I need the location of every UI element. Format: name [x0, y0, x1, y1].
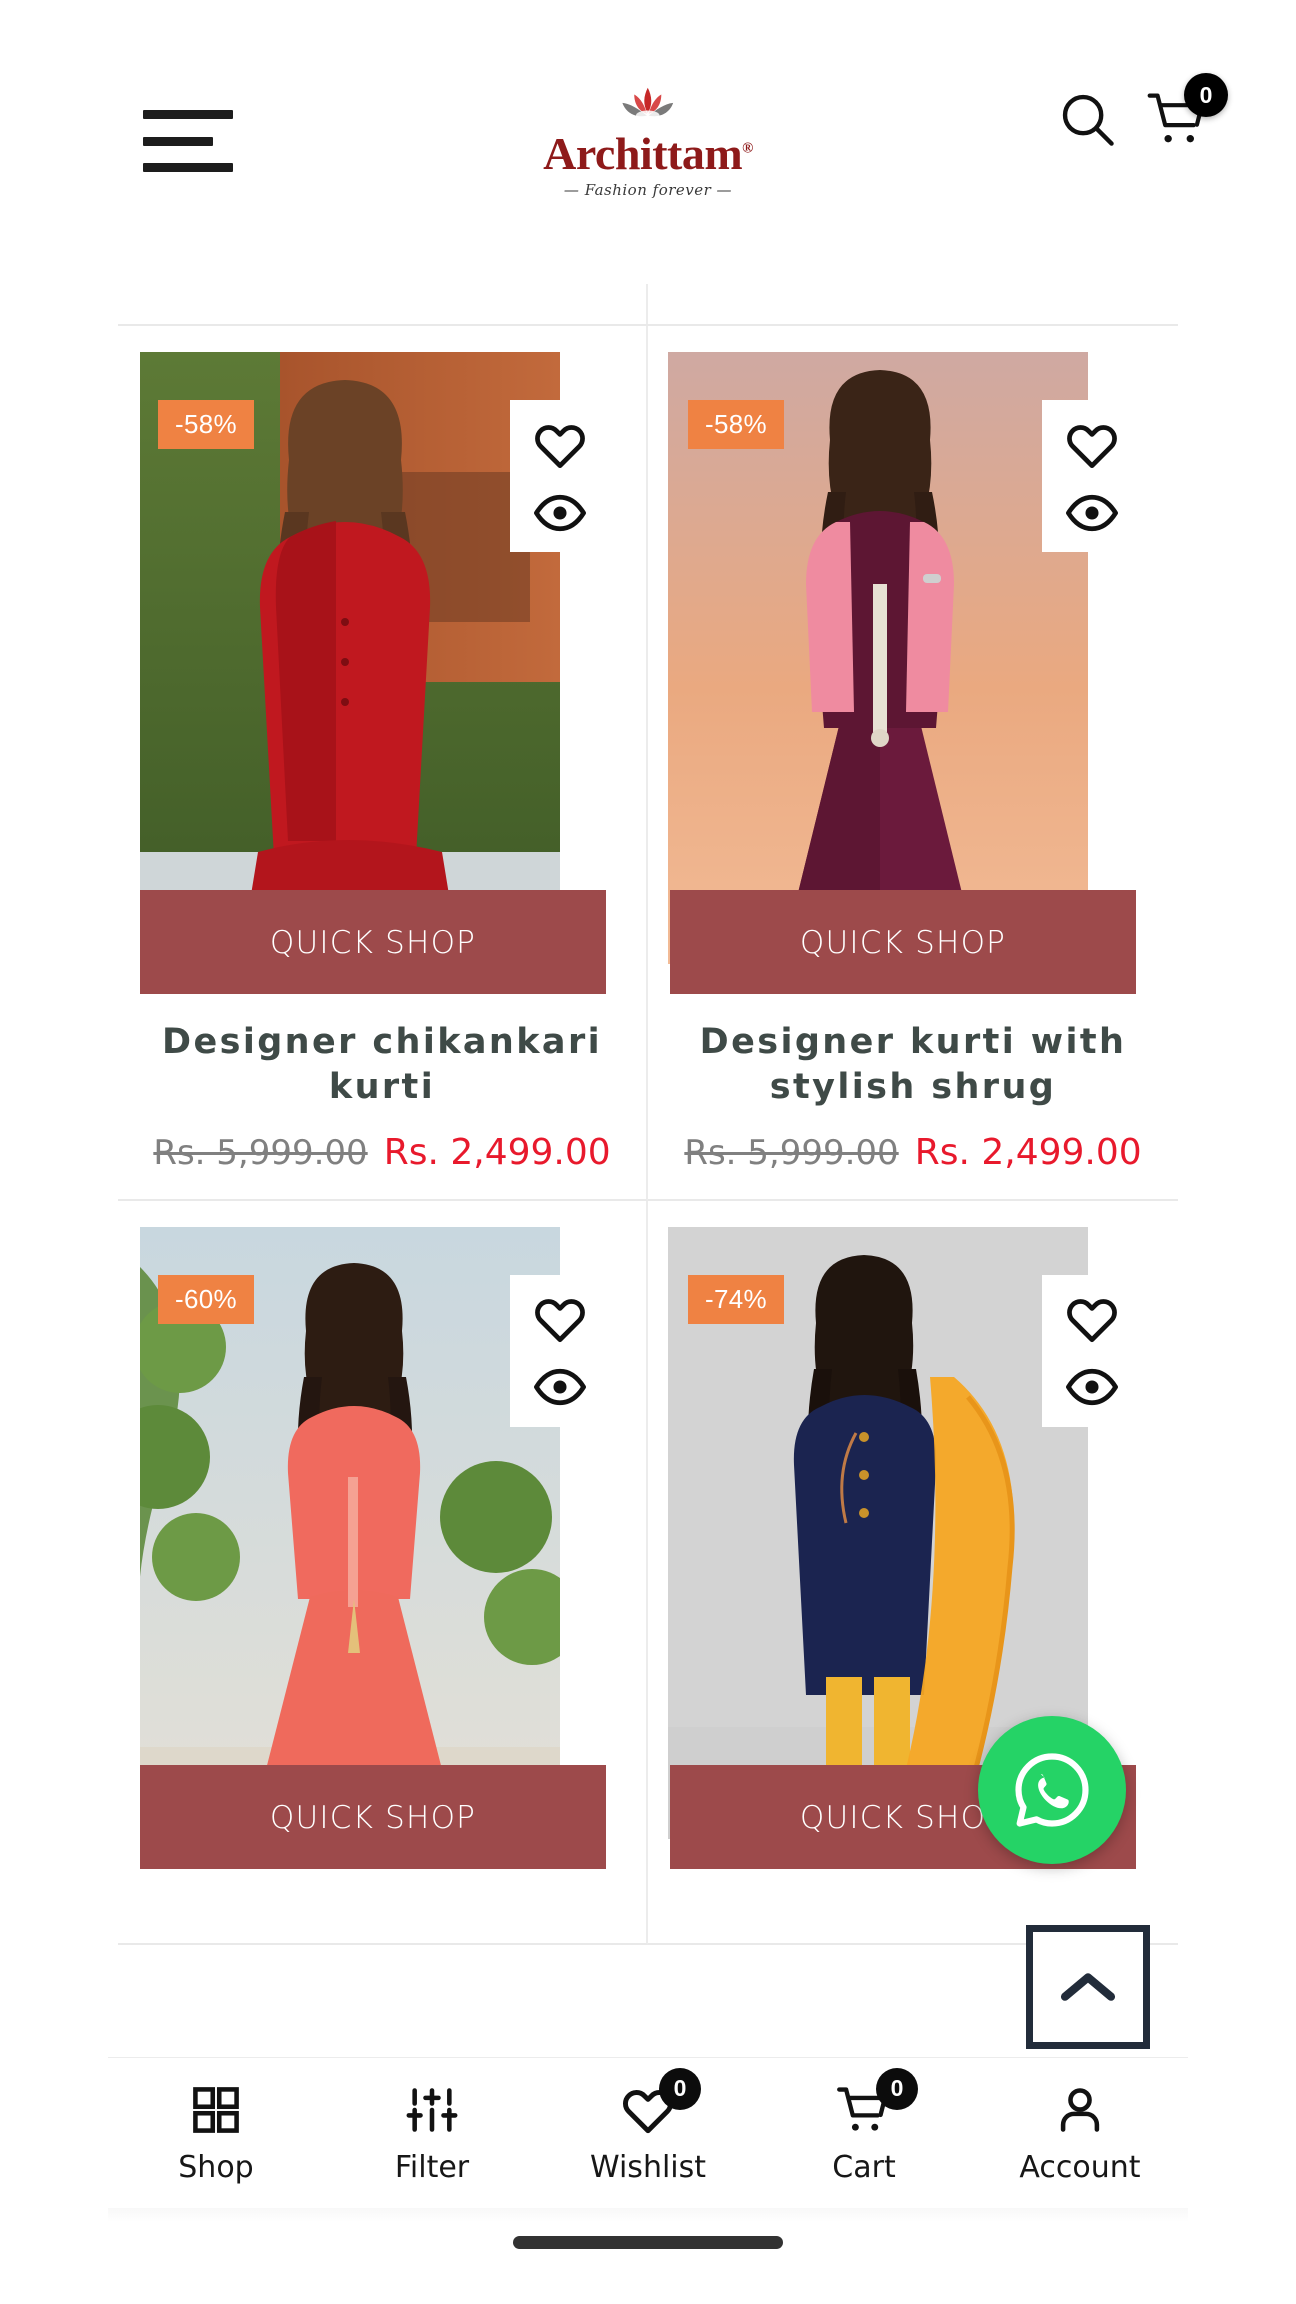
discount-badge: -58%: [688, 400, 784, 449]
wishlist-button[interactable]: [533, 1294, 587, 1344]
quick-view-button[interactable]: [1065, 1367, 1119, 1407]
nav-label: Filter: [394, 2149, 470, 2185]
eye-icon: [534, 1368, 586, 1406]
product-actions: [1042, 400, 1142, 552]
product-card[interactable]: -58% QUICK SHOP: [118, 326, 648, 1201]
nav-item-cart[interactable]: 0 Cart: [769, 2067, 959, 2185]
cart-badge: 0: [1184, 73, 1228, 117]
wishlist-button[interactable]: [533, 420, 587, 470]
product-info: Designer kurti with stylish shrug Rs. 5,…: [648, 994, 1178, 1195]
heart-icon: [535, 1299, 585, 1343]
quick-shop-button[interactable]: QUICK SHOP: [670, 890, 1136, 994]
header-actions: 0: [1056, 73, 1228, 150]
nav-label: Shop: [178, 2149, 254, 2185]
cart-badge: 0: [876, 2067, 918, 2110]
partial-cell-left: [118, 284, 648, 324]
app-header: Archittam® — Fashion forever — 0: [0, 0, 1296, 270]
heart-icon: [1067, 424, 1117, 468]
wishlist-badge: 0: [659, 2067, 701, 2110]
wishlist-button[interactable]: [1065, 420, 1119, 470]
product-info: Designer chikankari kurti Rs. 5,999.00 R…: [118, 994, 646, 1195]
quick-shop-button[interactable]: QUICK SHOP: [140, 1764, 606, 1869]
product-info: [118, 1869, 646, 1939]
cart-button[interactable]: 0: [1146, 73, 1228, 149]
nav-label: Wishlist: [589, 2149, 707, 2185]
hamburger-menu-icon[interactable]: [143, 110, 233, 172]
hamburger-line-2: [143, 136, 213, 146]
quick-view-button[interactable]: [1065, 493, 1119, 533]
product-price-row: Rs. 5,999.00 Rs. 2,499.00: [136, 1132, 628, 1173]
nav-item-account[interactable]: Account: [985, 2082, 1175, 2185]
wishlist-button[interactable]: [1065, 1294, 1119, 1344]
nav-item-wishlist[interactable]: 0 Wishlist: [553, 2067, 743, 2185]
product-image-wrap[interactable]: -58% QUICK SHOP: [648, 352, 1178, 994]
lotus-icon: [622, 87, 674, 121]
nav-item-shop[interactable]: Shop: [121, 2082, 311, 2185]
nav-label: Cart: [832, 2149, 896, 2185]
whatsapp-float-button[interactable]: [978, 1716, 1126, 1864]
brand-name: Archittam®: [543, 128, 753, 179]
product-title: Designer chikankari kurti: [162, 1022, 602, 1107]
sliders-icon: [406, 2087, 458, 2132]
eye-icon: [1066, 1368, 1118, 1406]
product-title: Designer kurti with stylish shrug: [699, 1022, 1127, 1107]
product-card[interactable]: -58% QUICK SHOP: [648, 326, 1178, 1201]
search-button[interactable]: [1056, 88, 1118, 150]
nav-icon-wrap: [406, 2082, 458, 2138]
nav-icon-wrap: [190, 2082, 242, 2138]
nav-item-filter[interactable]: Filter: [337, 2082, 527, 2185]
bottom-navigation: Shop Filter 0 Wishlist 0 Cart Account: [108, 2058, 1188, 2208]
partial-row-above: [118, 284, 1178, 326]
product-grid: -58% QUICK SHOP Designer chikankari kurt…: [118, 284, 1178, 1945]
product-actions: [510, 400, 610, 552]
eye-icon: [534, 494, 586, 531]
heart-icon: [535, 424, 585, 468]
original-price: Rs. 5,999.00: [153, 1132, 368, 1173]
chevron-up-icon: [1060, 1973, 1116, 2001]
nav-label: Account: [1019, 2149, 1141, 2185]
scroll-to-top-button[interactable]: [1026, 1925, 1150, 2049]
discount-badge: -74%: [688, 1274, 784, 1324]
product-price-row: Rs. 5,999.00 Rs. 2,499.00: [666, 1132, 1160, 1173]
hamburger-line-1: [143, 110, 233, 119]
grid-icon: [193, 2086, 239, 2133]
search-icon: [1062, 94, 1114, 146]
product-actions: [510, 1274, 610, 1427]
quick-shop-button[interactable]: QUICK SHOP: [140, 890, 606, 994]
nav-icon-wrap: 0: [621, 2067, 701, 2138]
quick-view-button[interactable]: [533, 1367, 587, 1407]
discount-badge: -58%: [158, 400, 254, 449]
product-actions: [1042, 1274, 1142, 1427]
product-image-wrap[interactable]: -58% QUICK SHOP: [118, 352, 646, 994]
nav-icon-wrap: 0: [836, 2067, 918, 2138]
sale-price: Rs. 2,499.00: [914, 1131, 1142, 1173]
discount-badge: -60%: [158, 1274, 254, 1324]
product-card[interactable]: -60% QUICK SHOP: [118, 1200, 648, 1945]
quick-view-button[interactable]: [533, 493, 587, 533]
partial-cell-right: [648, 284, 1178, 324]
whatsapp-icon: [1015, 1753, 1089, 1827]
trademark-symbol: ®: [742, 140, 753, 157]
heart-icon: [1067, 1299, 1117, 1343]
home-indicator: [513, 2236, 783, 2249]
nav-icon-wrap: [1054, 2082, 1106, 2138]
person-icon: [1060, 2087, 1100, 2132]
sale-price: Rs. 2,499.00: [383, 1131, 611, 1173]
brand-tagline: — Fashion forever —: [563, 181, 733, 199]
product-image-wrap[interactable]: -60% QUICK SHOP: [118, 1226, 646, 1869]
hamburger-line-3: [143, 163, 233, 172]
eye-icon: [1066, 494, 1118, 531]
original-price: Rs. 5,999.00: [684, 1132, 899, 1173]
brand-logo[interactable]: Archittam® — Fashion forever —: [508, 86, 788, 199]
